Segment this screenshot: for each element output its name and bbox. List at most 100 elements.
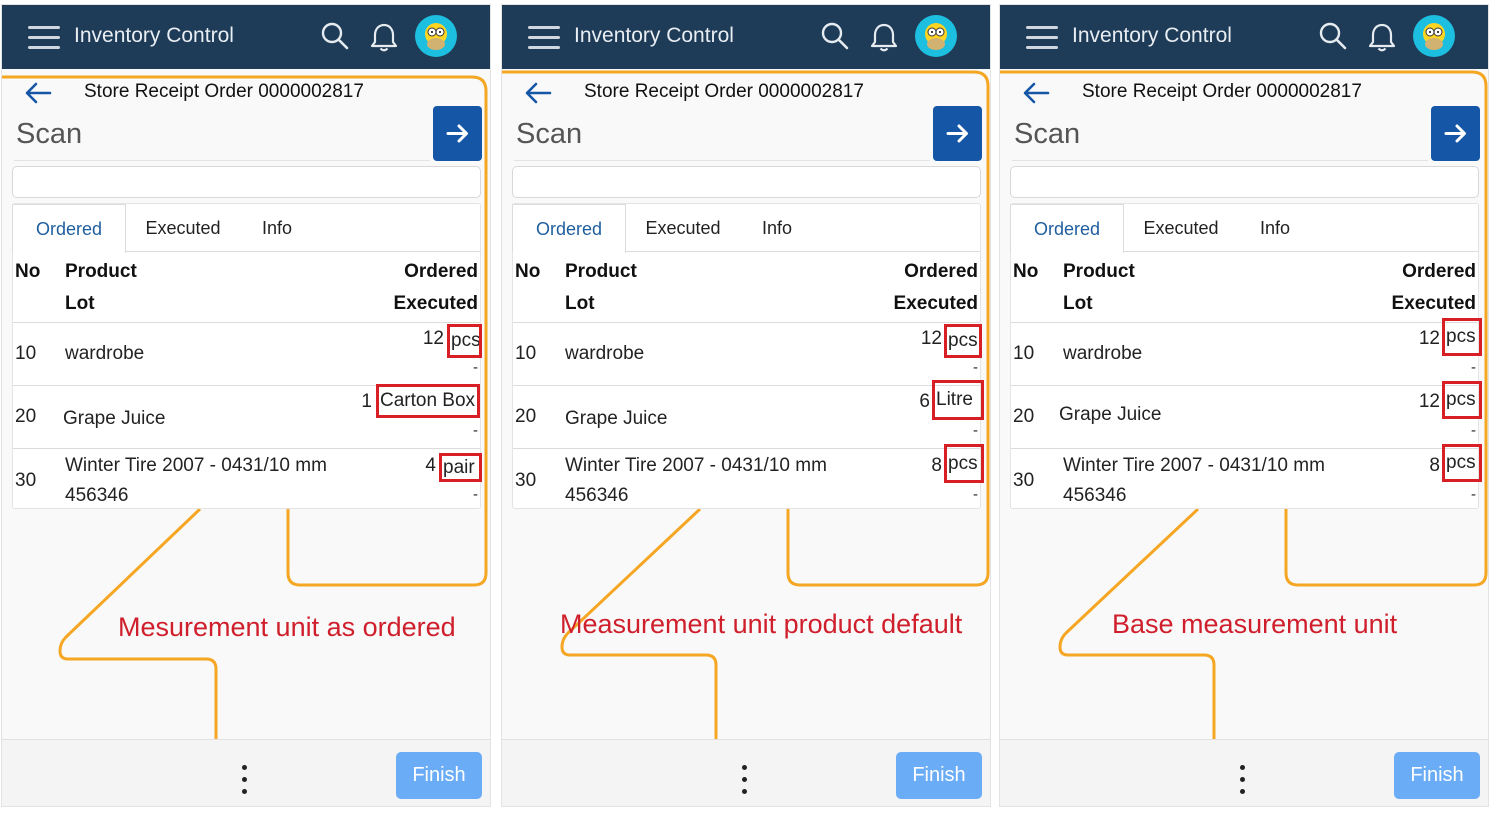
- row-executed: -: [473, 359, 478, 376]
- unit-highlight: pcs: [1442, 318, 1482, 356]
- order-title: Store Receipt Order 0000002817: [1082, 81, 1362, 102]
- finish-button[interactable]: Finish: [396, 752, 482, 799]
- scan-submit-button[interactable]: [933, 106, 982, 161]
- row-divider: [13, 448, 480, 449]
- row-no: 10: [15, 343, 37, 364]
- row-divider: [513, 322, 980, 323]
- bell-icon[interactable]: [1366, 21, 1398, 53]
- tab-divider: [1123, 251, 1479, 252]
- column-header-executed: Executed: [893, 293, 978, 314]
- column-header-lot: Lot: [1063, 293, 1093, 314]
- page-subheader: Store Receipt Order 0000002817: [1000, 71, 1488, 111]
- row-no: 20: [15, 406, 37, 427]
- row-ordered-qty: 12: [1418, 391, 1440, 412]
- scan-submit-button[interactable]: [1431, 106, 1480, 161]
- app-header: Inventory Control: [2, 5, 490, 69]
- unit-highlight: pair: [439, 453, 482, 482]
- row-executed: -: [1471, 359, 1476, 376]
- unit-highlight: pcs: [447, 324, 482, 358]
- row-executed: -: [973, 359, 978, 376]
- search-icon[interactable]: [820, 21, 850, 51]
- row-ordered-qty: 12: [920, 328, 942, 349]
- column-header-ordered: Ordered: [1402, 261, 1476, 282]
- bottom-toolbar: Finish: [1000, 739, 1488, 806]
- row-product[interactable]: wardrobe: [565, 343, 644, 365]
- avatar[interactable]: [915, 15, 957, 57]
- column-header-lot: Lot: [565, 293, 595, 314]
- tab-executed[interactable]: Executed: [631, 204, 735, 252]
- row-product[interactable]: Winter Tire 2007 - 0431/10 mm: [565, 455, 827, 477]
- more-vertical-icon[interactable]: [1240, 765, 1246, 795]
- bell-icon[interactable]: [868, 21, 900, 53]
- column-header-no: No: [15, 261, 41, 282]
- annotation-caption: Measurement unit product default: [560, 609, 963, 639]
- row-product[interactable]: Winter Tire 2007 - 0431/10 mm: [1063, 455, 1325, 477]
- more-vertical-icon[interactable]: [742, 765, 748, 795]
- more-vertical-icon[interactable]: [242, 765, 248, 795]
- tab-info[interactable]: Info: [245, 204, 309, 252]
- unit-highlight: pcs: [944, 324, 982, 358]
- search-icon[interactable]: [320, 21, 350, 51]
- column-header-product: Product: [565, 261, 637, 282]
- unit-highlight: Litre: [932, 380, 984, 420]
- annotation-caption: Base measurement unit: [1112, 609, 1398, 639]
- tab-info[interactable]: Info: [1243, 204, 1307, 252]
- scan-label: Scan: [16, 118, 83, 150]
- row-divider: [513, 448, 980, 449]
- app-title: Inventory Control: [574, 24, 734, 47]
- order-title: Store Receipt Order 0000002817: [84, 81, 364, 102]
- scan-input[interactable]: [512, 166, 981, 198]
- bottom-toolbar: Finish: [2, 739, 490, 806]
- row-ordered-qty: 8: [1429, 455, 1440, 476]
- row-ordered-qty: 8: [931, 455, 942, 476]
- row-executed: -: [1471, 486, 1476, 503]
- bell-icon[interactable]: [368, 21, 400, 53]
- menu-icon[interactable]: [528, 22, 562, 52]
- menu-icon[interactable]: [1026, 22, 1060, 52]
- app-header: Inventory Control: [502, 5, 990, 69]
- row-ordered-qty: 4: [425, 455, 436, 476]
- row-product[interactable]: wardrobe: [1063, 343, 1142, 365]
- row-no: 30: [515, 470, 537, 491]
- bottom-toolbar: Finish: [502, 739, 990, 806]
- row-lot: 456346: [565, 485, 629, 506]
- finish-button[interactable]: Finish: [896, 752, 982, 799]
- row-no: 10: [1013, 343, 1035, 364]
- row-product[interactable]: Grape Juice: [1059, 404, 1161, 426]
- tab-ordered[interactable]: Ordered: [1010, 204, 1124, 253]
- row-product[interactable]: Winter Tire 2007 - 0431/10 mm: [65, 455, 327, 477]
- finish-button[interactable]: Finish: [1394, 752, 1480, 799]
- scan-submit-button[interactable]: [433, 106, 482, 161]
- annotation-caption: Mesurement unit as ordered: [118, 612, 456, 642]
- avatar[interactable]: [415, 15, 457, 57]
- back-arrow-icon[interactable]: [24, 81, 52, 105]
- row-product[interactable]: Grape Juice: [565, 408, 667, 430]
- tab-ordered[interactable]: Ordered: [12, 204, 126, 253]
- order-lines-card: Ordered Executed Info No Product Lot Ord…: [1010, 203, 1482, 509]
- unit-highlight: Carton Box: [376, 384, 480, 418]
- back-arrow-icon[interactable]: [1022, 81, 1050, 105]
- app-title: Inventory Control: [74, 24, 234, 47]
- tab-info[interactable]: Info: [745, 204, 809, 252]
- column-header-product: Product: [65, 261, 137, 282]
- row-divider: [13, 322, 480, 323]
- search-icon[interactable]: [1318, 21, 1348, 51]
- column-header-ordered: Ordered: [404, 261, 478, 282]
- row-product[interactable]: wardrobe: [65, 343, 144, 365]
- back-arrow-icon[interactable]: [524, 81, 552, 105]
- row-divider: [1011, 385, 1478, 386]
- order-lines-card: Ordered Executed Info No Product Lot Ord…: [12, 203, 482, 509]
- scan-input[interactable]: [12, 166, 481, 198]
- tab-executed[interactable]: Executed: [131, 204, 235, 252]
- tab-executed[interactable]: Executed: [1129, 204, 1233, 252]
- unit-highlight: pcs: [1442, 381, 1482, 419]
- tab-divider: [125, 251, 481, 252]
- row-ordered-qty: 12: [422, 328, 444, 349]
- menu-icon[interactable]: [28, 22, 62, 52]
- column-header-no: No: [515, 261, 541, 282]
- row-ordered-qty: 1: [361, 391, 372, 412]
- tab-ordered[interactable]: Ordered: [512, 204, 626, 253]
- row-product[interactable]: Grape Juice: [63, 408, 165, 430]
- avatar[interactable]: [1413, 15, 1455, 57]
- scan-input[interactable]: [1010, 166, 1479, 198]
